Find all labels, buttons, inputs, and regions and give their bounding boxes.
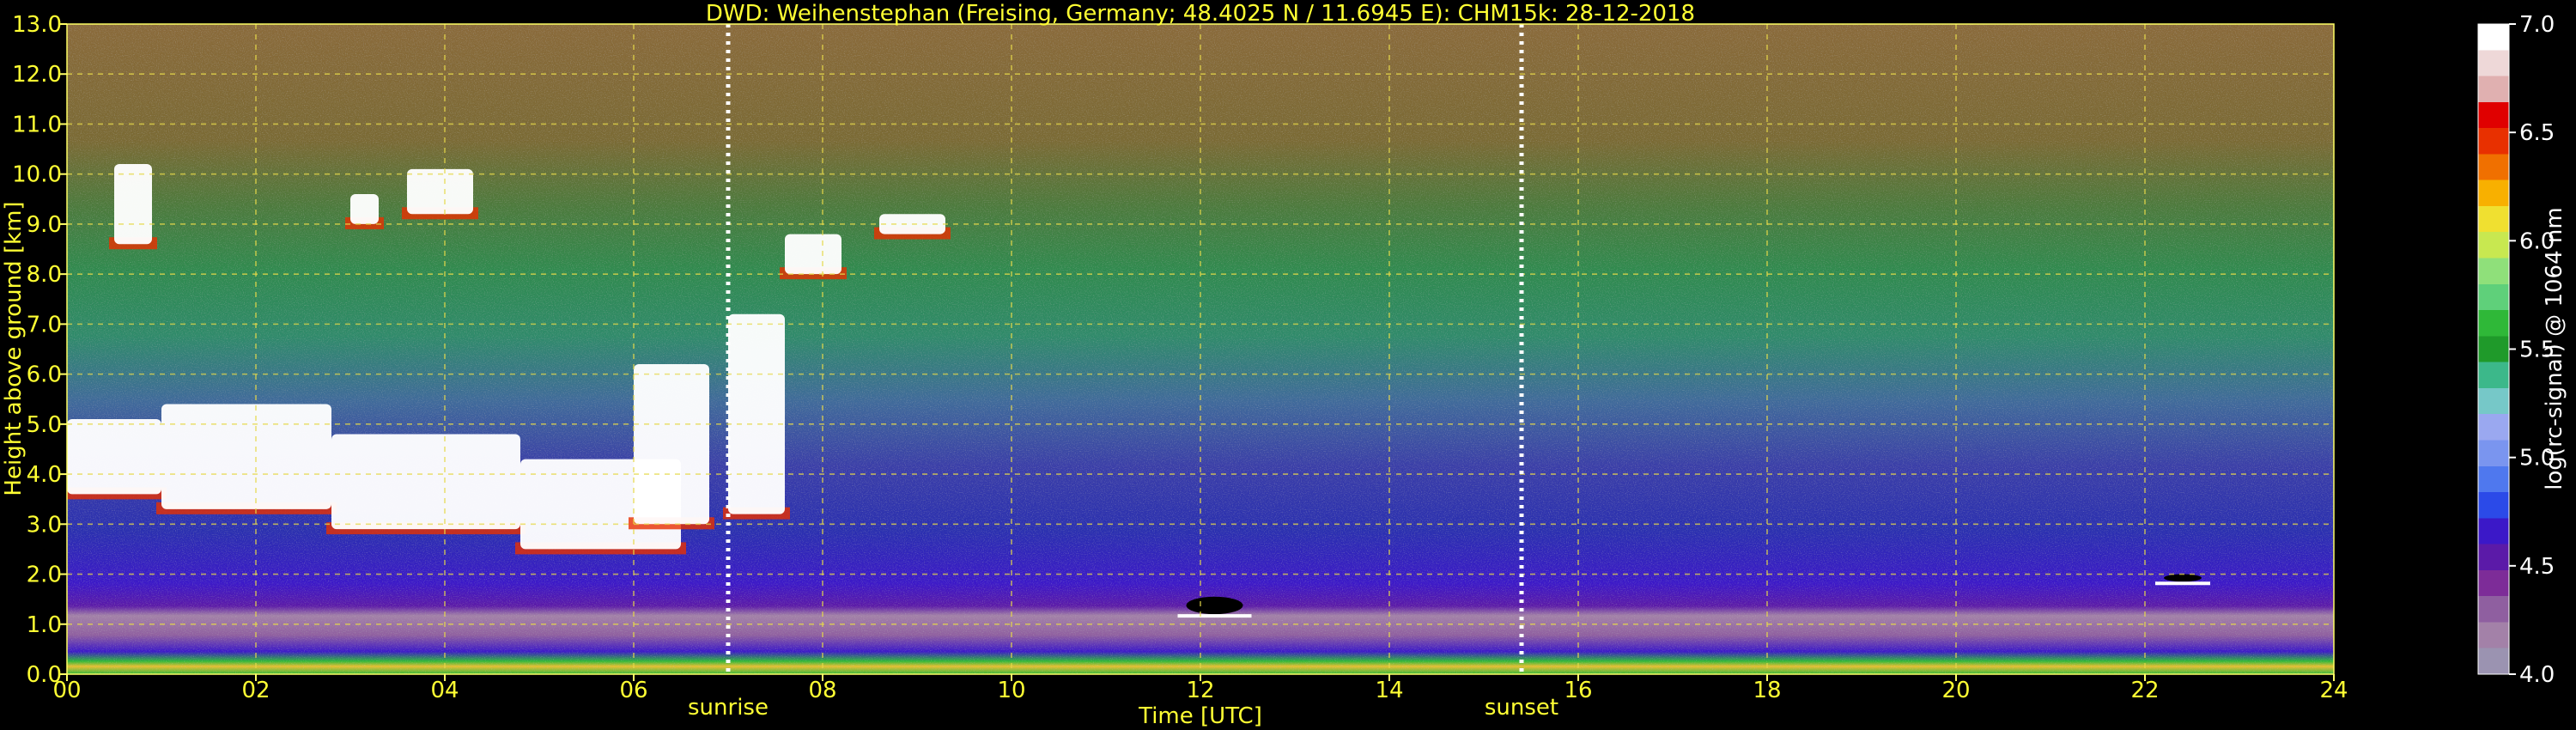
ceilometer-chart: 00 02 04 06 08 10 12 14 16 18 20 22 24 0.01.02.03.04… [1,1,2567,729]
x-tick-label: 08 [808,678,836,703]
cloud-layer [407,168,473,215]
cloud-layer [728,313,785,514]
x-axis-label: Time [UTC] [1138,703,1262,729]
colorbar-tick-label: 6.5 [2519,120,2555,146]
day-marker-label: sunset [1485,695,1558,721]
x-tick-label: 04 [430,678,459,703]
x-tick-label: 12 [1186,678,1214,703]
cloud-layer [114,164,152,245]
x-tick-label: 16 [1564,678,1592,703]
colorbar: 4.04.55.05.56.06.57.0 log(rc-signal) @ 1… [2477,12,2567,688]
y-axis-label: Height above ground [km] [1,201,27,496]
x-tick-label: 14 [1375,678,1403,703]
cloud-layer [161,404,331,509]
colorbar-scale [2478,24,2509,674]
signal-gap [2164,574,2202,582]
x-tick-label: 02 [241,678,270,703]
y-tick-label: 2.0 [27,563,62,588]
x-tick-label: 20 [1941,678,1970,703]
day-marker-label: sunrise [688,695,769,721]
colorbar-tick-label: 4.0 [2519,662,2555,688]
cloud-layer [331,434,520,530]
x-tick-label: 06 [619,678,647,703]
y-tick-label: 5.0 [27,412,62,438]
colorbar-label: log(rc-signal) @ 1064 nm [2542,207,2567,490]
signal-gap-edge [2155,581,2210,586]
y-tick-label: 3.0 [27,512,62,538]
cloud-layer [634,363,709,525]
plot-area [67,24,2334,674]
y-tick-label: 6.0 [27,362,62,388]
x-axis: 00 02 04 06 08 10 12 14 16 18 20 22 24 [52,674,2348,703]
colorbar-tick-label: 4.5 [2519,554,2555,580]
chart-title: DWD: Weihenstephan (Freising, Germany; 4… [706,1,1695,27]
signal-gap [1186,596,1243,615]
y-tick-label: 7.0 [27,312,62,338]
cloud-layer [67,419,161,495]
cloud-layer [785,234,841,275]
colorbar-tick-label: 7.0 [2519,12,2555,38]
y-tick-label: 0.0 [27,662,62,688]
x-tick-label: 24 [2319,678,2348,703]
x-tick-label: 22 [2130,678,2159,703]
y-tick-label: 1.0 [27,612,62,638]
signal-gap-edge [1177,614,1252,618]
y-tick-label: 9.0 [27,212,62,238]
y-tick-label: 10.0 [12,162,62,188]
cloud-layer [350,193,379,224]
x-tick-label: 10 [997,678,1025,703]
x-tick-label: 18 [1753,678,1781,703]
y-tick-label: 8.0 [27,262,62,288]
y-tick-label: 13.0 [12,12,62,38]
y-tick-label: 4.0 [27,462,62,488]
y-tick-label: 12.0 [12,62,62,88]
y-tick-label: 11.0 [12,112,62,137]
